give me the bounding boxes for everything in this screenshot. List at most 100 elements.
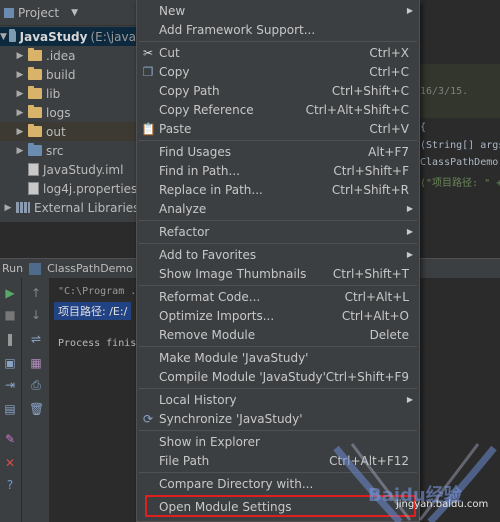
menu-item-shortcut: Ctrl+Shift+F9 (325, 369, 409, 384)
console-line-1: "C:\Program ... (58, 286, 149, 297)
expand-arrow-icon[interactable]: ▼ (0, 32, 7, 42)
menu-item-compile-module[interactable]: Compile Module 'JavaStudy' Ctrl+Shift+F9 (137, 367, 419, 386)
help-icon[interactable]: ? (3, 478, 17, 492)
tree-item-external-libraries[interactable]: ▶ External Libraries (2, 198, 140, 217)
tree-item-lib[interactable]: ▶ lib (14, 84, 60, 103)
menu-item-label: Show Image Thumbnails (159, 266, 307, 281)
library-icon (16, 202, 30, 213)
collapse-arrow-icon[interactable]: ▶ (14, 146, 26, 156)
project-panel-title: Project (18, 5, 60, 20)
menu-item-show-thumbnails[interactable]: Show Image Thumbnails Ctrl+Shift+T (137, 264, 419, 283)
menu-item-find-in-path[interactable]: Find in Path... Ctrl+Shift+F (137, 161, 419, 180)
close-icon[interactable]: ✕ (3, 456, 17, 470)
menu-item-optimize-imports[interactable]: Optimize Imports... Ctrl+Alt+O (137, 306, 419, 325)
tree-root-javastudy[interactable]: ▼ JavaStudy (E:\java\ (0, 27, 140, 46)
collapse-arrow-icon[interactable]: ▶ (14, 89, 26, 99)
run-config-name[interactable]: ClassPathDemo (47, 262, 133, 275)
collapse-arrow-icon[interactable]: ▶ (14, 127, 26, 137)
scroll-up-icon[interactable]: ↑ (29, 286, 43, 300)
menu-item-label: Compare Directory with... (159, 476, 314, 491)
menu-item-label: File Path (159, 453, 210, 468)
menu-item-replace-in-path[interactable]: Replace in Path... Ctrl+Shift+R (137, 180, 419, 199)
tree-item-logs[interactable]: ▶ logs (14, 103, 71, 122)
code-line-1: { (420, 122, 427, 133)
project-panel-header[interactable]: Project ▼ (0, 0, 140, 26)
sync-icon: ⟳ (142, 411, 154, 426)
menu-item-remove-module[interactable]: Remove Module Delete (137, 325, 419, 344)
menu-item-add-framework[interactable]: Add Framework Support... (137, 20, 419, 39)
menu-separator (139, 140, 417, 141)
menu-item-analyze[interactable]: Analyze ▶ (137, 199, 419, 218)
submenu-arrow-icon: ▶ (406, 395, 413, 404)
run-icon[interactable]: ▶ (3, 286, 17, 300)
menu-item-local-history[interactable]: Local History ▶ (137, 390, 419, 409)
menu-separator (139, 220, 417, 221)
collapse-arrow-icon[interactable]: ▶ (14, 108, 26, 118)
stop-icon[interactable]: ■ (3, 308, 17, 322)
code-line-3: ClassPathDemo. (420, 157, 500, 168)
tree-item-log4j[interactable]: log4j.properties (26, 179, 137, 198)
code-date: 16/3/15. (420, 86, 469, 97)
exit-icon[interactable]: ⇥ (3, 378, 17, 392)
iml-file-icon (28, 163, 39, 176)
menu-item-copy[interactable]: ❐ Copy Ctrl+C (137, 62, 419, 81)
menu-separator (139, 346, 417, 347)
collapse-arrow-icon[interactable]: ▶ (14, 51, 26, 61)
menu-item-copy-path[interactable]: Copy Path Ctrl+Shift+C (137, 81, 419, 100)
menu-item-show-in-explorer[interactable]: Show in Explorer (137, 432, 419, 451)
menu-item-label: Refactor (159, 224, 210, 239)
submenu-arrow-icon: ▶ (406, 6, 413, 15)
menu-item-copy-reference[interactable]: Copy Reference Ctrl+Alt+Shift+C (137, 100, 419, 119)
menu-item-label: Show in Explorer (159, 434, 260, 449)
menu-item-label: Copy Reference (159, 102, 254, 117)
menu-item-new[interactable]: New ▶ (137, 1, 419, 20)
tree-root-path: (E:\java\ (90, 29, 140, 44)
tree-item-src[interactable]: ▶ src (14, 141, 64, 160)
scroll-down-icon[interactable]: ↓ (29, 308, 43, 322)
copy-icon: ❐ (142, 64, 154, 79)
menu-item-shortcut: Ctrl+Alt+F12 (329, 453, 409, 468)
menu-item-label: Cut (159, 45, 180, 60)
collapse-arrow-icon[interactable]: ▶ (14, 70, 26, 80)
menu-item-find-usages[interactable]: Find Usages Alt+F7 (137, 142, 419, 161)
menu-item-label: Synchronize 'JavaStudy' (159, 411, 303, 426)
console-line-2: 项目路径: /E:/ (54, 302, 132, 320)
layout-icon[interactable]: ▤ (3, 402, 17, 416)
menu-item-paste[interactable]: 📋 Paste Ctrl+V (137, 119, 419, 138)
menu-item-make-module[interactable]: Make Module 'JavaStudy' (137, 348, 419, 367)
tree-item-build[interactable]: ▶ build (14, 65, 76, 84)
clear-all-icon[interactable]: 🗑 (29, 402, 44, 416)
soft-wrap-icon[interactable]: ⇌ (29, 332, 43, 346)
pause-icon[interactable]: ❚ (3, 332, 17, 346)
dump-threads-icon[interactable]: ▣ (3, 356, 17, 370)
print-icon[interactable]: ⎙ (29, 378, 43, 392)
menu-item-reformat-code[interactable]: Reformat Code... Ctrl+Alt+L (137, 287, 419, 306)
collapse-arrow-icon[interactable]: ▶ (2, 203, 14, 213)
menu-item-label: Make Module 'JavaStudy' (159, 350, 309, 365)
run-toolbar-secondary: ↑ ↓ ⇌ ▦ ⎙ 🗑 (22, 278, 50, 522)
menu-item-cut[interactable]: ✂ Cut Ctrl+X (137, 43, 419, 62)
pin-icon[interactable]: ✎ (3, 432, 17, 446)
tree-item-iml[interactable]: JavaStudy.iml (26, 160, 123, 179)
scroll-to-end-icon[interactable]: ▦ (29, 356, 43, 370)
menu-separator (139, 388, 417, 389)
menu-item-file-path[interactable]: File Path Ctrl+Alt+F12 (137, 451, 419, 470)
menu-item-label: Copy (159, 64, 190, 79)
menu-item-shortcut: Ctrl+Alt+L (344, 289, 409, 304)
code-line-2: (String[] args (420, 140, 500, 151)
tree-item-label: logs (46, 105, 71, 120)
properties-file-icon (28, 182, 39, 195)
chevron-down-icon[interactable]: ▼ (71, 8, 78, 18)
menu-item-add-to-favorites[interactable]: Add to Favorites ▶ (137, 245, 419, 264)
tree-item-idea[interactable]: ▶ .idea (14, 46, 76, 65)
menu-item-shortcut: Ctrl+Shift+R (331, 182, 409, 197)
run-config-icon (29, 262, 42, 275)
tree-item-out[interactable]: ▶ out (0, 122, 140, 141)
run-panel-label: Run (2, 262, 24, 275)
menu-item-synchronize[interactable]: ⟳ Synchronize 'JavaStudy' (137, 409, 419, 428)
menu-item-label: Find in Path... (159, 163, 240, 178)
menu-item-label: Remove Module (159, 327, 256, 342)
menu-separator (139, 41, 417, 42)
project-tree[interactable]: ▼ JavaStudy (E:\java\ ▶ .idea ▶ build ▶ … (0, 26, 140, 222)
menu-item-refactor[interactable]: Refactor ▶ (137, 222, 419, 241)
